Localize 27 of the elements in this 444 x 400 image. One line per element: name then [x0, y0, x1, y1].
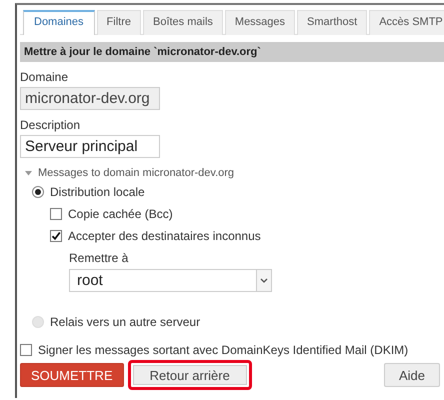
radio-label: Relais vers un autre serveur — [50, 315, 200, 329]
field-label: Remettre à — [69, 251, 130, 265]
recipient-dropdown[interactable]: root — [69, 269, 272, 292]
chevron-down-icon[interactable] — [256, 270, 271, 291]
checkbox-label: Signer les messages sortant avec DomainKeys Identified Mail (DKIM) — [38, 343, 408, 357]
tab[interactable]: Boîtes mails — [142, 10, 223, 35]
tab[interactable]: Filtre — [96, 10, 141, 35]
expand-arrow-icon[interactable] — [25, 170, 32, 176]
tab[interactable]: Accès SMTP — [369, 10, 444, 35]
checkbox[interactable] — [50, 208, 62, 220]
back-button[interactable]: Retour arrière — [128, 360, 252, 390]
tab[interactable]: Smarthost — [297, 10, 368, 35]
field-label: Description — [20, 118, 82, 132]
checkbox-label: Copie cachée (Bcc) — [68, 207, 173, 221]
checkbox-label: Accepter des destinataires inconnus — [68, 229, 261, 243]
section-header: Mettre à jour le domaine `micronator-dev.org` — [20, 42, 444, 62]
description-field[interactable]: Serveur principal — [20, 135, 160, 158]
checkbox[interactable] — [20, 344, 32, 356]
submit-button[interactable]: SOUMETTRE — [20, 363, 124, 387]
group-legend: Messages to domain micronator-dev.org — [38, 167, 234, 179]
help-button[interactable]: Aide — [384, 363, 440, 387]
field-label: Domaine — [20, 70, 70, 84]
checkbox[interactable] — [50, 230, 62, 242]
tab[interactable]: Domaines — [23, 10, 95, 35]
radio-label: Distribution locale — [50, 185, 145, 199]
tab[interactable]: Messages — [224, 10, 296, 35]
radio-button[interactable] — [32, 186, 44, 198]
